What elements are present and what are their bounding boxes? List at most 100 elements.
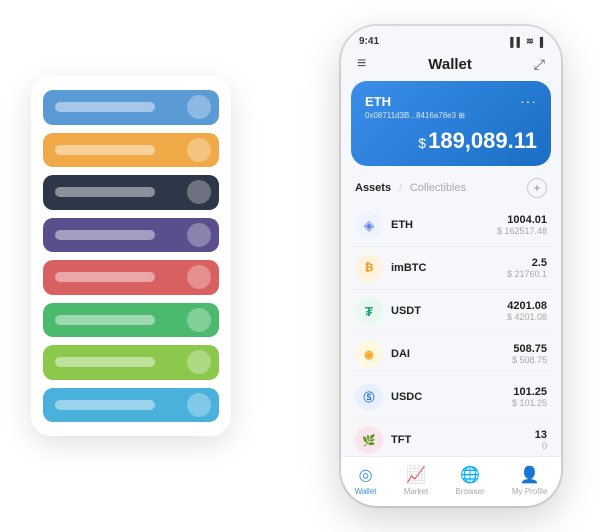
expand-icon[interactable]: ⤢	[534, 56, 545, 73]
assets-header: Assets / Collectibles +	[341, 174, 561, 204]
add-asset-button[interactable]: +	[527, 178, 547, 198]
row-label-bar	[55, 400, 155, 410]
eth-more-button[interactable]: ···	[520, 93, 537, 109]
eth-address: 0x08711d3B...8416a78e3 ⊞	[365, 111, 537, 120]
list-item[interactable]	[43, 345, 219, 380]
asset-amounts: 508.75 $ 508.75	[512, 343, 547, 365]
profile-nav-label: My Profile	[512, 487, 548, 496]
asset-secondary-amount: $ 508.75	[512, 355, 547, 365]
asset-name: imBTC	[391, 262, 507, 274]
battery-icon: ▐	[537, 37, 543, 47]
tab-divider: /	[399, 183, 402, 194]
nav-item-market[interactable]: 📈 Market	[404, 465, 428, 496]
row-icon	[187, 350, 211, 374]
browser-nav-icon: 🌐	[460, 465, 480, 485]
menu-icon[interactable]: ≡	[357, 55, 366, 73]
list-item[interactable]	[43, 90, 219, 125]
row-label-bar	[55, 357, 155, 367]
row-icon	[187, 138, 211, 162]
row-label-bar	[55, 230, 155, 240]
asset-amounts: 4201.08 $ 4201.08	[507, 300, 547, 322]
table-row[interactable]: ◉ DAI 508.75 $ 508.75	[351, 333, 551, 376]
browser-nav-label: Browser	[455, 487, 484, 496]
imbtc-icon: ₿	[355, 254, 383, 282]
row-label-bar	[55, 102, 155, 112]
status-time: 9:41	[359, 36, 379, 47]
usdc-icon: Ⓢ	[355, 383, 383, 411]
asset-secondary-amount: $ 4201.08	[507, 312, 547, 322]
row-label-bar	[55, 315, 155, 325]
assets-tabs: Assets / Collectibles	[355, 182, 466, 194]
list-item[interactable]	[43, 388, 219, 423]
asset-amounts: 101.25 $ 101.25	[512, 386, 547, 408]
bottom-nav: ◎ Wallet 📈 Market 🌐 Browser 👤 My Profile	[341, 456, 561, 506]
wallet-nav-label: Wallet	[355, 487, 377, 496]
list-item[interactable]	[43, 175, 219, 210]
eth-icon: ◈	[355, 211, 383, 239]
row-icon	[187, 308, 211, 332]
phone-mockup: 9:41 ▌▌ ≋ ▐ ≡ Wallet ⤢ ETH ··· 0x08711d3…	[341, 26, 561, 506]
list-item[interactable]	[43, 133, 219, 168]
nav-item-wallet[interactable]: ◎ Wallet	[355, 465, 377, 496]
status-bar: 9:41 ▌▌ ≋ ▐	[341, 26, 561, 51]
asset-name: USDT	[391, 305, 507, 317]
market-nav-label: Market	[404, 487, 428, 496]
asset-secondary-amount: 0	[535, 441, 547, 451]
row-label-bar	[55, 187, 155, 197]
asset-primary-amount: 2.5	[507, 257, 547, 269]
table-row[interactable]: ₿ imBTC 2.5 $ 21760.1	[351, 247, 551, 290]
row-icon	[187, 265, 211, 289]
eth-card[interactable]: ETH ··· 0x08711d3B...8416a78e3 ⊞ $189,08…	[351, 81, 551, 166]
nav-item-browser[interactable]: 🌐 Browser	[455, 465, 484, 496]
tab-collectibles[interactable]: Collectibles	[410, 182, 466, 194]
row-icon	[187, 180, 211, 204]
row-icon	[187, 95, 211, 119]
wallet-nav-icon: ◎	[359, 465, 373, 485]
eth-amount: $189,089.11	[365, 128, 537, 154]
asset-secondary-amount: $ 21760.1	[507, 269, 547, 279]
asset-name: TFT	[391, 434, 535, 446]
color-card-panel	[31, 76, 231, 436]
table-row[interactable]: ◈ ETH 1004.01 $ 162517.48	[351, 204, 551, 247]
list-item[interactable]	[43, 260, 219, 295]
signal-icon: ▌▌	[510, 37, 523, 47]
dollar-sign: $	[418, 135, 426, 151]
eth-amount-value: 189,089.11	[428, 128, 537, 153]
row-icon	[187, 223, 211, 247]
table-row[interactable]: 🌿 TFT 13 0	[351, 419, 551, 456]
asset-primary-amount: 101.25	[512, 386, 547, 398]
usdt-icon: ₮	[355, 297, 383, 325]
list-item[interactable]	[43, 303, 219, 338]
asset-name: ETH	[391, 219, 497, 231]
asset-name: DAI	[391, 348, 512, 360]
market-nav-icon: 📈	[406, 465, 426, 485]
scene: 9:41 ▌▌ ≋ ▐ ≡ Wallet ⤢ ETH ··· 0x08711d3…	[21, 16, 581, 516]
asset-primary-amount: 508.75	[512, 343, 547, 355]
table-row[interactable]: ₮ USDT 4201.08 $ 4201.08	[351, 290, 551, 333]
list-item[interactable]	[43, 218, 219, 253]
asset-amounts: 13 0	[535, 429, 547, 451]
asset-secondary-amount: $ 101.25	[512, 398, 547, 408]
row-icon	[187, 393, 211, 417]
row-label-bar	[55, 145, 155, 155]
table-row[interactable]: Ⓢ USDC 101.25 $ 101.25	[351, 376, 551, 419]
page-title: Wallet	[428, 56, 472, 73]
tft-icon: 🌿	[355, 426, 383, 454]
dai-icon: ◉	[355, 340, 383, 368]
asset-amounts: 2.5 $ 21760.1	[507, 257, 547, 279]
eth-label: ETH	[365, 94, 391, 109]
asset-amounts: 1004.01 $ 162517.48	[497, 214, 547, 236]
status-icons: ▌▌ ≋ ▐	[510, 36, 543, 47]
eth-card-top: ETH ···	[365, 93, 537, 109]
asset-name: USDC	[391, 391, 512, 403]
asset-list: ◈ ETH 1004.01 $ 162517.48 ₿ imBTC 2.5 $ …	[341, 204, 561, 456]
tab-assets[interactable]: Assets	[355, 182, 391, 194]
asset-primary-amount: 13	[535, 429, 547, 441]
asset-primary-amount: 1004.01	[497, 214, 547, 226]
asset-secondary-amount: $ 162517.48	[497, 226, 547, 236]
wifi-icon: ≋	[526, 36, 534, 47]
asset-primary-amount: 4201.08	[507, 300, 547, 312]
nav-item-profile[interactable]: 👤 My Profile	[512, 465, 548, 496]
profile-nav-icon: 👤	[520, 465, 540, 485]
row-label-bar	[55, 272, 155, 282]
